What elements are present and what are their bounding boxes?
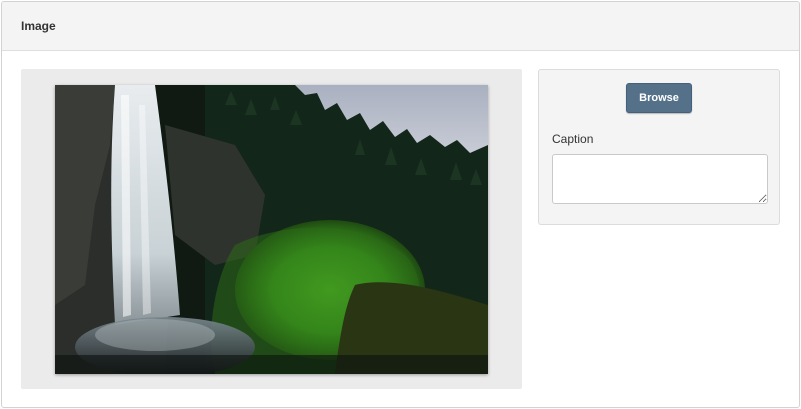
image-panel: Image Browse Caption [1, 1, 800, 408]
image-options-box: Browse Caption [538, 69, 780, 225]
caption-label: Caption [552, 132, 594, 146]
caption-input[interactable] [552, 154, 768, 204]
browse-button[interactable]: Browse [626, 83, 692, 113]
panel-header: Image [2, 2, 799, 51]
waterfall-photo [55, 85, 488, 374]
panel-title: Image [21, 19, 56, 33]
image-preview [55, 85, 488, 374]
image-preview-area [21, 69, 522, 389]
